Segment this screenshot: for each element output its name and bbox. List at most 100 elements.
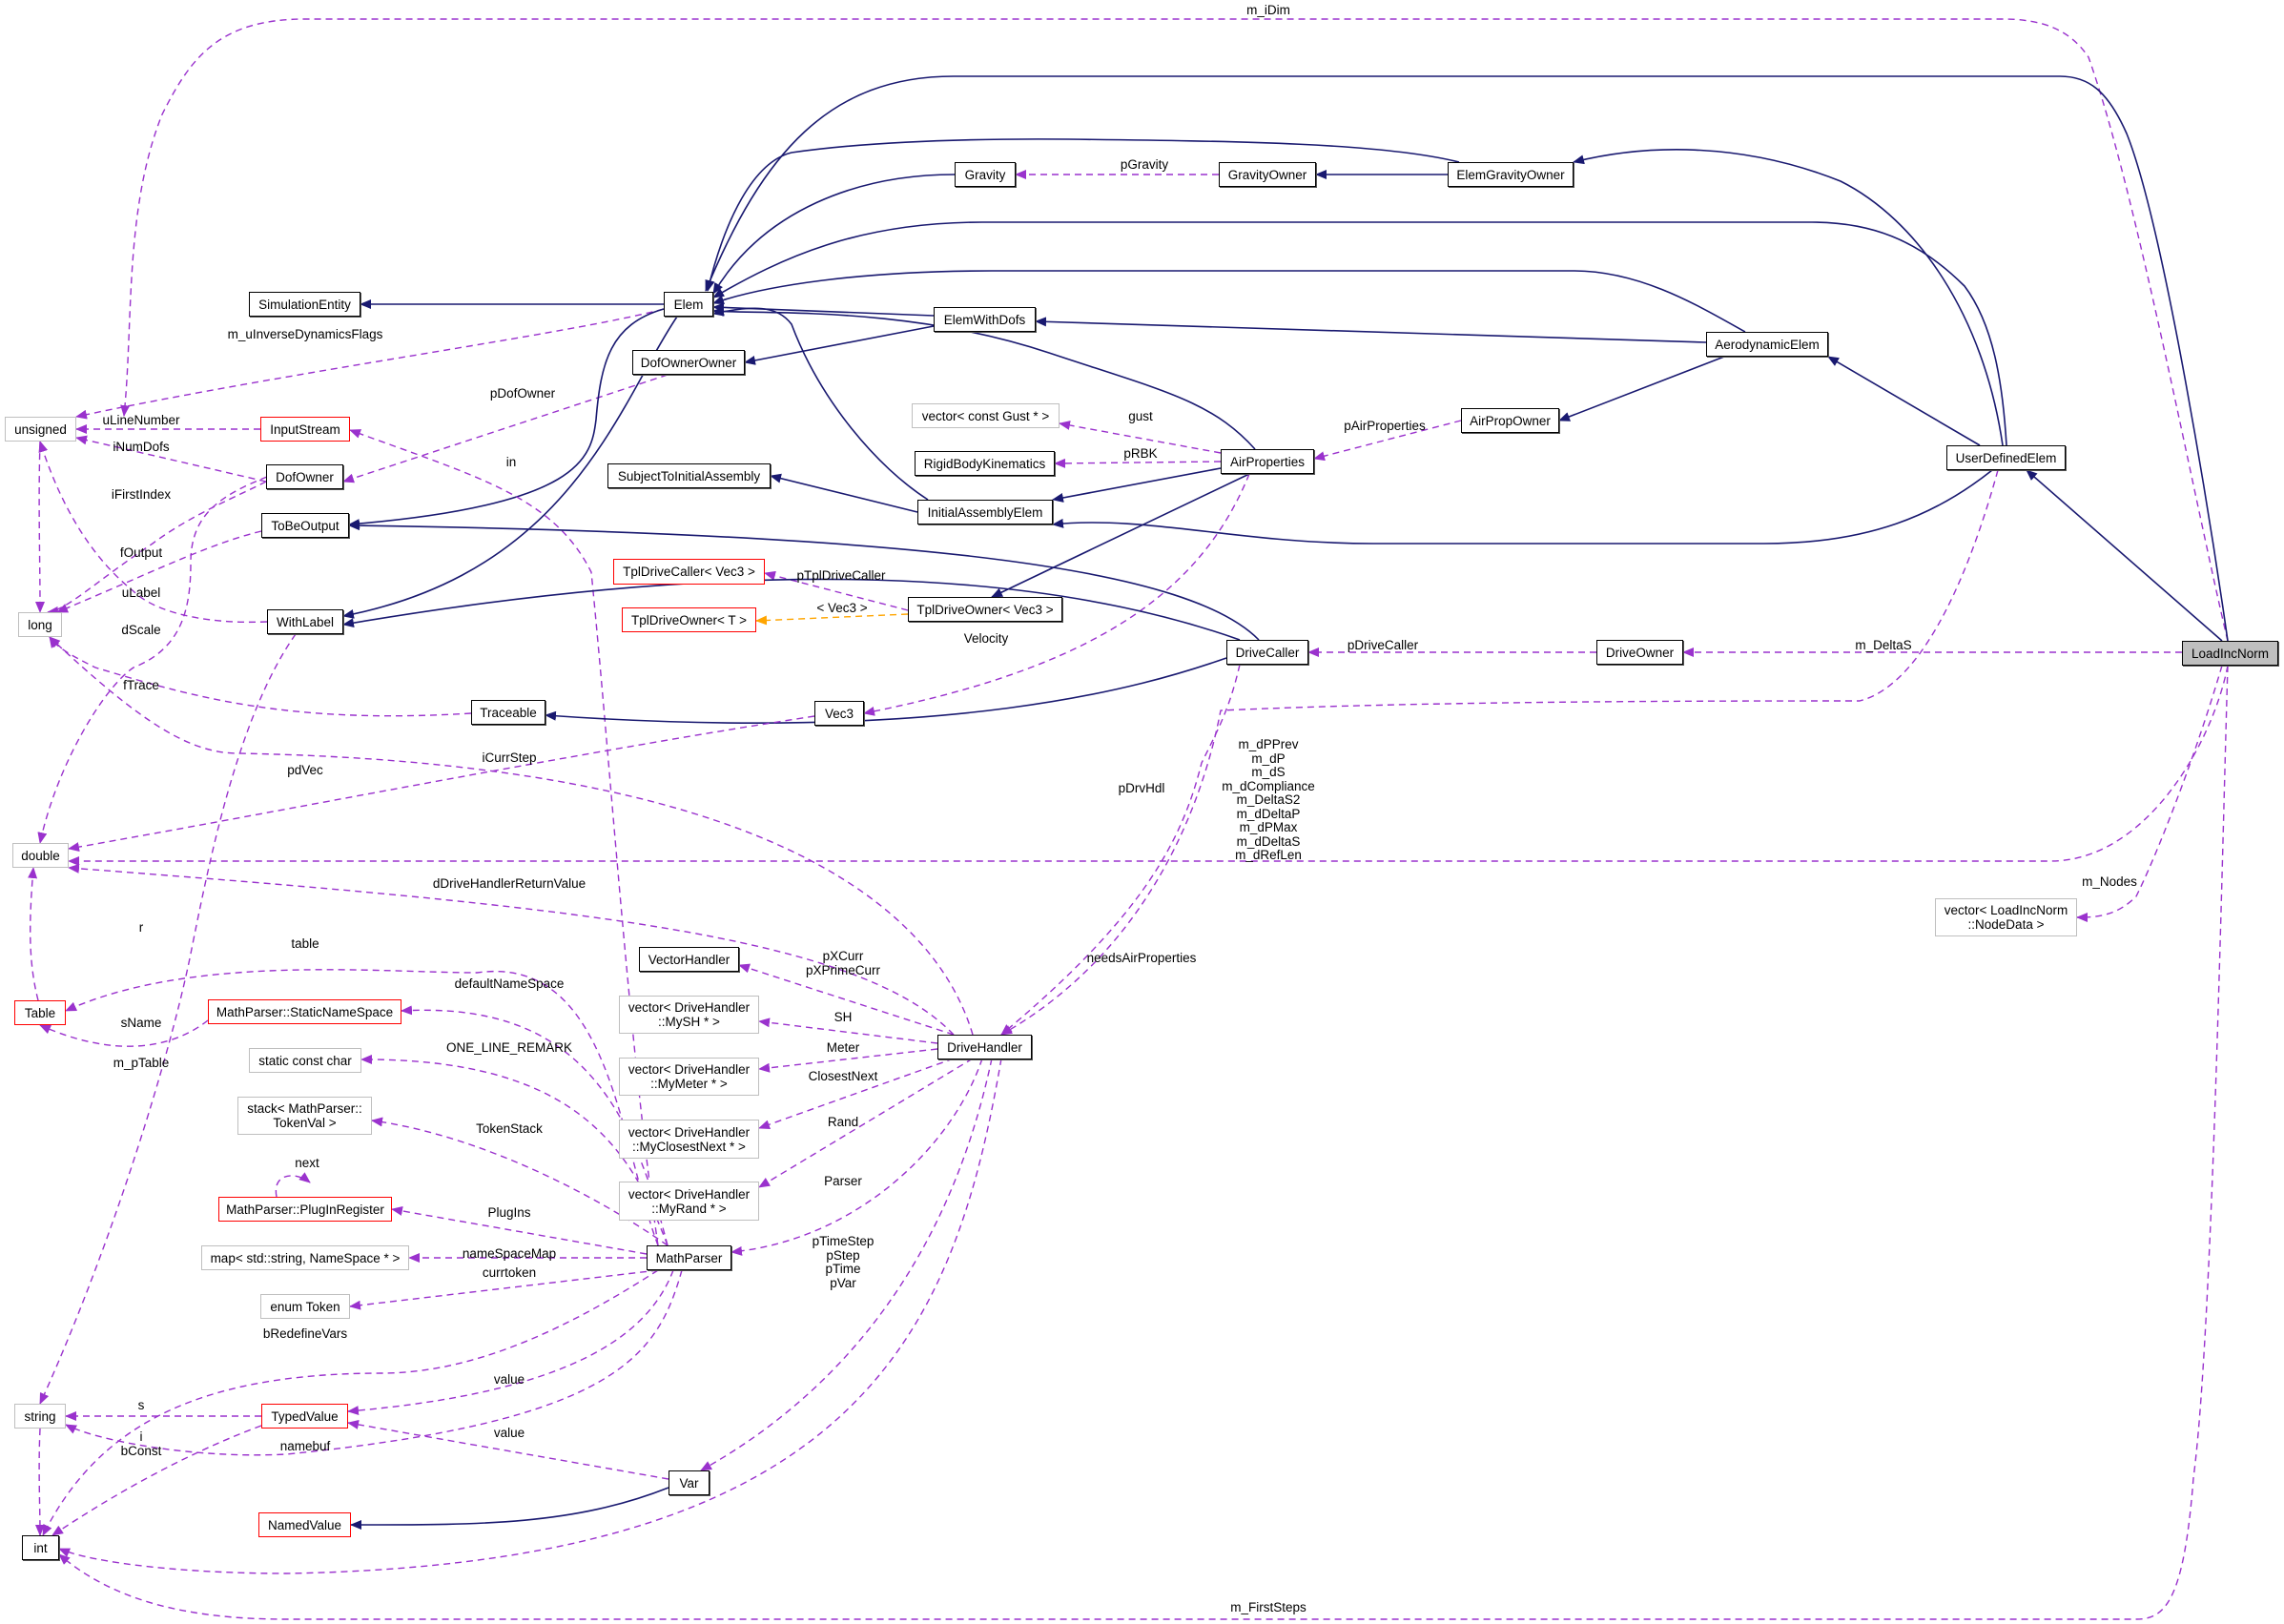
class-node-gravity[interactable]: Gravity bbox=[955, 162, 1016, 187]
class-node-label: NamedValue bbox=[267, 1517, 342, 1532]
collaboration-graph bbox=[28, 18, 2229, 1620]
class-node-tpldrivecallervec3[interactable]: TplDriveCaller< Vec3 > bbox=[613, 559, 765, 585]
edge-label: iNumDofs bbox=[113, 440, 170, 454]
class-node-label: DriveHandler bbox=[947, 1039, 1022, 1055]
class-node-tpldriveownert[interactable]: TplDriveOwner< T > bbox=[622, 607, 756, 632]
usage-edge-LoadIncNorm-to-double bbox=[68, 665, 2229, 866]
edge-label: pAirProperties bbox=[1344, 419, 1426, 433]
class-node-int[interactable]: int bbox=[22, 1535, 59, 1560]
class-node-label: TplDriveCaller< Vec3 > bbox=[623, 565, 755, 579]
edge-label: m_pTable bbox=[113, 1056, 170, 1070]
edge-label: gust bbox=[1128, 409, 1153, 423]
class-node-rigidbodykinematics[interactable]: RigidBodyKinematics bbox=[915, 451, 1055, 476]
class-node-label: TypedValue bbox=[271, 1408, 339, 1424]
edge-label: uLabel bbox=[121, 586, 161, 600]
usage-edge-string-to-int bbox=[34, 1428, 45, 1536]
class-node-string[interactable]: string bbox=[14, 1404, 66, 1429]
class-node-label: DofOwner bbox=[276, 469, 334, 484]
class-node-loadincnorm[interactable]: LoadIncNorm bbox=[2182, 641, 2278, 666]
class-node-elemwithdofs[interactable]: ElemWithDofs bbox=[934, 307, 1036, 332]
class-node-gustvector[interactable]: vector< const Gust * > bbox=[912, 403, 1060, 428]
edge-label: namebuf bbox=[279, 1439, 331, 1453]
edge-label: dDriveHandlerReturnValue bbox=[432, 876, 586, 891]
class-node-label: GravityOwner bbox=[1227, 167, 1307, 182]
edge-label: bRedefineVars bbox=[262, 1326, 348, 1341]
edge-label: pDrvHdl bbox=[1118, 781, 1165, 795]
class-node-label: AerodynamicElem bbox=[1715, 337, 1820, 352]
edge-label: < Vec3 > bbox=[816, 601, 868, 615]
class-node-dofowner[interactable]: DofOwner bbox=[266, 464, 343, 489]
edge-label: m_FirstSteps bbox=[1230, 1600, 1307, 1614]
class-node-airproperties[interactable]: AirProperties bbox=[1221, 449, 1314, 474]
class-node-aerodynamicelem[interactable]: AerodynamicElem bbox=[1706, 332, 1828, 357]
class-node-label: ElemGravityOwner bbox=[1456, 167, 1565, 182]
usage-edge-LoadIncNorm-to-unsigned bbox=[120, 18, 2229, 642]
class-node-label: DofOwnerOwner bbox=[640, 355, 737, 370]
class-node-label: Gravity bbox=[964, 167, 1006, 182]
class-node-myrandvector[interactable]: vector< DriveHandler ::MyRand * > bbox=[619, 1182, 759, 1221]
class-node-namedvalue[interactable]: NamedValue bbox=[258, 1512, 351, 1537]
class-node-initialassemblyelem[interactable]: InitialAssemblyElem bbox=[917, 500, 1053, 524]
class-node-elem[interactable]: Elem bbox=[664, 292, 713, 317]
usage-edge-LoadIncNorm-to-int bbox=[58, 665, 2229, 1620]
class-node-drivehandler[interactable]: DriveHandler bbox=[937, 1035, 1032, 1059]
edge-label: uLineNumber bbox=[102, 413, 180, 427]
edge-label: fOutput bbox=[119, 545, 163, 560]
class-node-tpldriveownervec3[interactable]: TplDriveOwner< Vec3 > bbox=[908, 597, 1062, 622]
class-node-mymetervector[interactable]: vector< DriveHandler ::MyMeter * > bbox=[619, 1058, 759, 1096]
class-node-tokenstack[interactable]: stack< MathParser:: TokenVal > bbox=[237, 1097, 372, 1135]
class-node-double[interactable]: double bbox=[12, 843, 69, 868]
class-node-typedvalue[interactable]: TypedValue bbox=[261, 1404, 348, 1429]
class-node-vectorhandler[interactable]: VectorHandler bbox=[639, 947, 739, 972]
inheritance-edge-Elem-to-ToBeOutput bbox=[348, 308, 665, 529]
class-node-myclosestnextvector[interactable]: vector< DriveHandler ::MyClosestNext * > bbox=[619, 1120, 759, 1159]
edge-label: TokenStack bbox=[476, 1121, 543, 1136]
class-node-enumtoken[interactable]: enum Token bbox=[260, 1294, 350, 1319]
edge-label: iFirstIndex bbox=[111, 487, 172, 502]
class-node-myshvector[interactable]: vector< DriveHandler ::MySH * > bbox=[619, 996, 759, 1034]
class-node-dofownerowner[interactable]: DofOwnerOwner bbox=[632, 350, 745, 375]
edge-label: defaultNameSpace bbox=[454, 976, 565, 991]
class-node-unsigned[interactable]: unsigned bbox=[5, 417, 76, 442]
inheritance-edge-UserDefinedElem-to-AerodynamicElem bbox=[1827, 356, 1981, 446]
class-node-table[interactable]: Table bbox=[14, 1000, 66, 1025]
class-node-gravityowner[interactable]: GravityOwner bbox=[1219, 162, 1316, 187]
class-node-staticconstchar[interactable]: static const char bbox=[249, 1048, 361, 1073]
edge-label: m_DeltaS bbox=[1855, 638, 1912, 652]
class-node-userdefinedelem[interactable]: UserDefinedElem bbox=[1946, 445, 2066, 470]
class-node-staticnamespace[interactable]: MathParser::StaticNameSpace bbox=[208, 999, 401, 1024]
class-node-traceable[interactable]: Traceable bbox=[471, 700, 545, 725]
class-node-drivecaller[interactable]: DriveCaller bbox=[1226, 640, 1308, 665]
class-node-var[interactable]: Var bbox=[669, 1470, 710, 1495]
class-node-subjecttoinitialassembly[interactable]: SubjectToInitialAssembly bbox=[607, 463, 771, 488]
class-node-label: TplDriveOwner< T > bbox=[630, 612, 748, 627]
class-node-inputstream[interactable]: InputStream bbox=[260, 417, 350, 442]
edge-label: r bbox=[138, 920, 144, 935]
edge-label: dScale bbox=[121, 623, 161, 637]
class-node-simulationentity[interactable]: SimulationEntity bbox=[249, 292, 360, 317]
class-node-nodedatavector[interactable]: vector< LoadIncNorm ::NodeData > bbox=[1935, 898, 2077, 936]
class-node-namespacemap[interactable]: map< std::string, NameSpace * > bbox=[201, 1245, 409, 1270]
edge-label: pDriveCaller bbox=[1347, 638, 1419, 652]
usage-edge-DriveCaller-to-DriveHandler bbox=[1000, 664, 1241, 1036]
edge-label: currtoken bbox=[482, 1265, 537, 1280]
class-node-pluginregister[interactable]: MathParser::PlugInRegister bbox=[218, 1197, 392, 1222]
inheritance-edge-InitialAssemblyElem-to-SubjectToInitialAssembly bbox=[770, 473, 918, 513]
class-node-label: MathParser::StaticNameSpace bbox=[216, 1004, 394, 1019]
edge-label: m_iDim bbox=[1246, 3, 1290, 17]
inheritance-edge-Var-to-NamedValue bbox=[350, 1487, 669, 1531]
class-node-mathparser[interactable]: MathParser bbox=[647, 1245, 731, 1270]
inheritance-edge-LoadIncNorm-to-Elem bbox=[705, 75, 2229, 642]
class-node-vec3[interactable]: Vec3 bbox=[814, 701, 864, 726]
inheritance-edge-DriveCaller-to-Traceable bbox=[545, 657, 1227, 724]
class-node-label: MathParser bbox=[655, 1250, 723, 1265]
class-node-label: InitialAssemblyElem bbox=[927, 504, 1043, 520]
class-node-driveowner[interactable]: DriveOwner bbox=[1596, 640, 1683, 665]
class-node-withlabel[interactable]: WithLabel bbox=[267, 609, 343, 634]
class-node-airpropowner[interactable]: AirPropOwner bbox=[1461, 408, 1559, 433]
class-node-label: SubjectToInitialAssembly bbox=[617, 468, 761, 483]
class-node-label: Elem bbox=[673, 297, 704, 312]
class-node-tobeoutput[interactable]: ToBeOutput bbox=[261, 513, 349, 538]
class-node-elemgravityowner[interactable]: ElemGravityOwner bbox=[1448, 162, 1574, 187]
class-node-long[interactable]: long bbox=[18, 612, 62, 637]
